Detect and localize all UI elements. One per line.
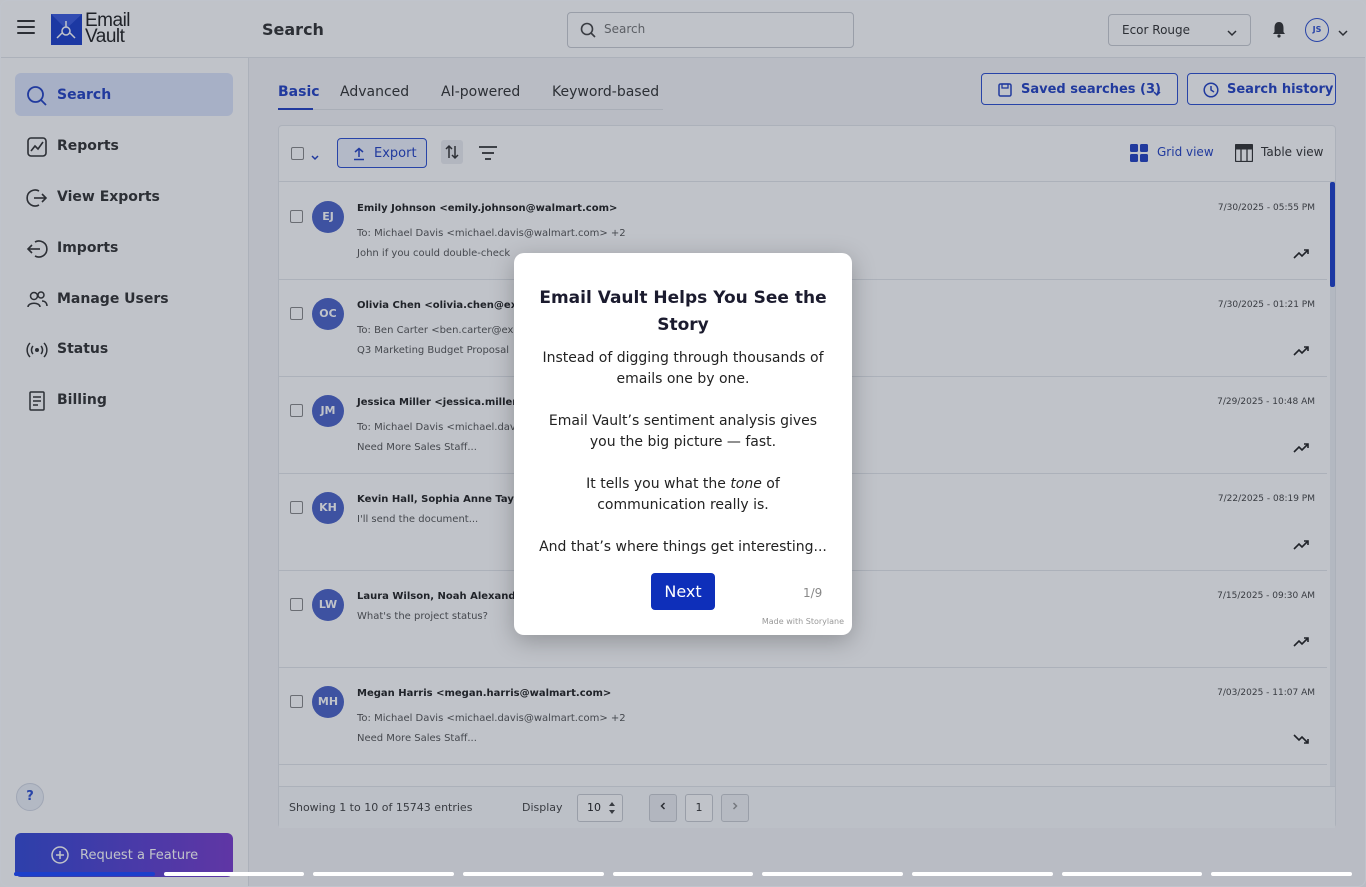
progress-segment	[463, 872, 604, 876]
progress-segment	[612, 872, 754, 876]
tour-paragraph: Email Vault’s sentiment analysis gives y…	[548, 413, 818, 450]
product-tour-dialog: Email Vault Helps You See the Story Inst…	[514, 253, 852, 635]
progress-segment	[163, 872, 305, 876]
tour-step-counter: 1/9	[803, 586, 823, 600]
tour-paragraph: Instead of digging through thousands of …	[542, 350, 824, 387]
tour-title: Email Vault Helps You See the Story	[539, 288, 827, 335]
progress-segment	[762, 872, 903, 876]
tour-progress-bar	[14, 872, 1352, 877]
progress-segment	[14, 872, 155, 876]
progress-segment	[313, 872, 454, 876]
tour-next-button[interactable]: Next	[651, 573, 715, 610]
progress-segment	[1061, 872, 1203, 876]
progress-segment	[1211, 872, 1352, 876]
progress-segment	[912, 872, 1053, 876]
tour-paragraph: It tells you what the tone of communicat…	[586, 476, 780, 513]
made-with-storylane-link[interactable]: Made with Storylane	[762, 617, 844, 626]
app-window: Email Vault Search Ecor Rouge JS	[0, 0, 1366, 887]
tour-paragraph: And that’s where things get interesting.…	[539, 539, 827, 555]
